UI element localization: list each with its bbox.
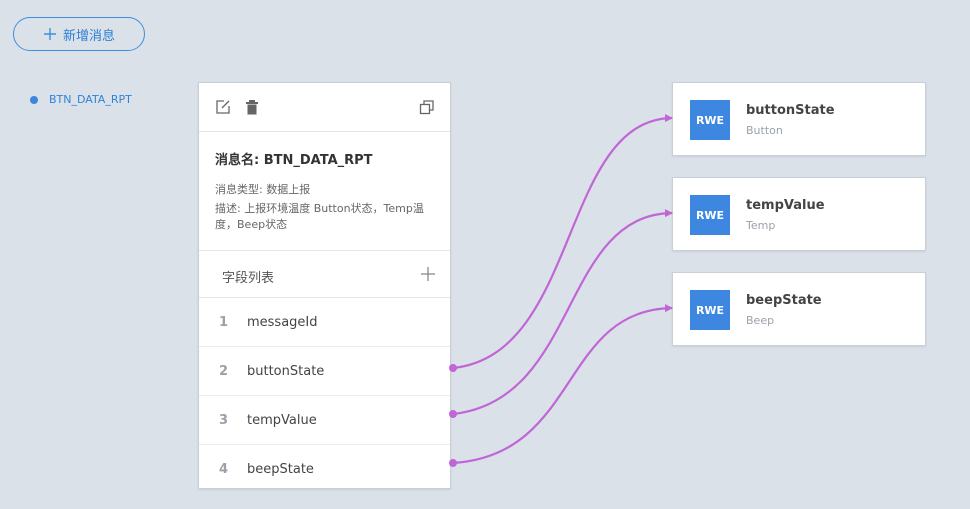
field-row[interactable]: 1 messageId	[199, 298, 450, 347]
fields-header: 字段列表	[199, 251, 450, 298]
field-name: tempValue	[247, 413, 317, 428]
field-row[interactable]: 2 buttonState	[199, 347, 450, 396]
field-number: 1	[219, 315, 229, 330]
fields-title: 字段列表	[222, 271, 275, 286]
message-card-toolbar	[199, 83, 450, 132]
rwe-badge: RWE	[690, 195, 730, 235]
link-beepstate	[449, 304, 673, 467]
property-subtitle: Beep	[746, 314, 775, 327]
mapping-links	[449, 114, 673, 467]
link-buttonstate	[449, 114, 673, 372]
rwe-badge: RWE	[690, 100, 730, 140]
message-info: 消息名: BTN_DATA_RPT 消息类型: 数据上报 描述: 上报环境温度 …	[199, 132, 450, 251]
rwe-badge: RWE	[690, 290, 730, 330]
add-message-label: 新增消息	[62, 28, 115, 44]
add-message-button[interactable]: 新增消息	[13, 17, 145, 51]
property-title: tempValue	[746, 198, 825, 213]
property-title: beepState	[746, 293, 822, 308]
property-card-buttonstate[interactable]: RWE buttonState Button	[672, 82, 926, 156]
message-description: 描述: 上报环境温度 Button状态，Temp温度，Beep状态	[215, 202, 424, 231]
message-type: 消息类型: 数据上报	[215, 183, 311, 196]
field-name: messageId	[247, 315, 318, 330]
edit-icon[interactable]	[215, 99, 231, 115]
plus-icon	[43, 28, 56, 40]
link-tempvalue	[449, 209, 673, 418]
selected-dot	[30, 95, 38, 104]
add-field-plus-icon[interactable]	[420, 266, 436, 282]
message-list-item[interactable]: BTN_DATA_RPT	[30, 93, 132, 106]
field-row[interactable]: 4 beepState	[199, 445, 450, 493]
property-subtitle: Button	[746, 124, 783, 137]
message-card: 消息名: BTN_DATA_RPT 消息类型: 数据上报 描述: 上报环境温度 …	[198, 82, 451, 489]
field-name: beepState	[247, 462, 314, 477]
field-row[interactable]: 3 tempValue	[199, 396, 450, 445]
trash-icon[interactable]	[244, 99, 260, 115]
copy-icon[interactable]	[419, 99, 435, 115]
field-number: 4	[219, 462, 229, 477]
property-title: buttonState	[746, 103, 835, 118]
field-name: buttonState	[247, 364, 325, 379]
property-subtitle: Temp	[746, 219, 776, 232]
field-number: 2	[219, 364, 229, 379]
property-card-tempvalue[interactable]: RWE tempValue Temp	[672, 177, 926, 251]
field-number: 3	[219, 413, 229, 428]
field-list: 1 messageId 2 buttonState 3 tempValue 4 …	[199, 298, 450, 493]
message-name: 消息名: BTN_DATA_RPT	[215, 153, 373, 168]
property-card-beepstate[interactable]: RWE beepState Beep	[672, 272, 926, 346]
message-list-item-label: BTN_DATA_RPT	[49, 93, 132, 106]
